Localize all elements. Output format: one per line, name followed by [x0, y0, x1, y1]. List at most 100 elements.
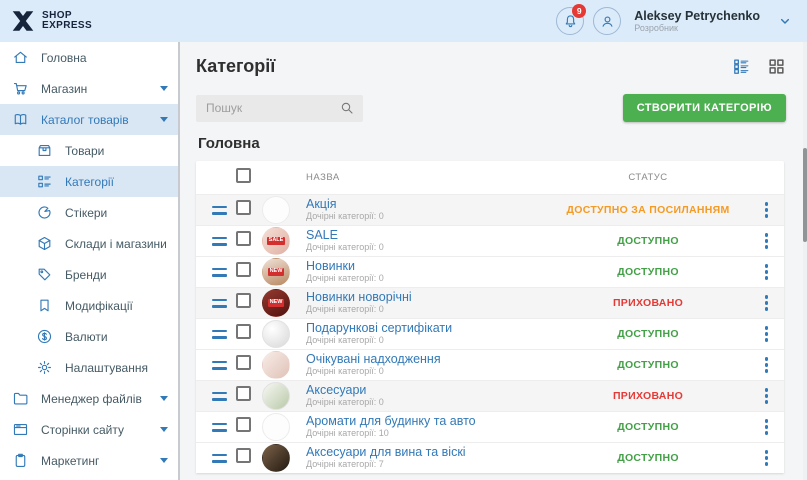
- status-badge: ДОСТУПНО: [558, 266, 738, 278]
- row-menu-button[interactable]: [759, 198, 775, 222]
- scrollbar-track[interactable]: [803, 42, 807, 480]
- row-checkbox[interactable]: [236, 448, 251, 463]
- select-all-checkbox[interactable]: [236, 168, 251, 183]
- sidebar-item-marketing[interactable]: Маркетинг: [0, 445, 178, 476]
- bookmark-icon: [36, 297, 54, 315]
- topbar-right: 9 Aleksey Petrychenko Розробник: [556, 7, 793, 35]
- row-menu-button[interactable]: [759, 291, 775, 315]
- notifications-button[interactable]: 9: [556, 7, 584, 35]
- row-checkbox[interactable]: [236, 324, 251, 339]
- drag-handle-icon[interactable]: [212, 237, 227, 246]
- category-thumbnail: [262, 196, 290, 224]
- row-checkbox[interactable]: [236, 386, 251, 401]
- sidebar-item-files[interactable]: Менеджер файлів: [0, 383, 178, 414]
- row-menu-button[interactable]: [759, 322, 775, 346]
- user-info: Aleksey Petrychenko Розробник: [634, 9, 760, 34]
- table-row: Аромати для будинку та авто Дочірні кате…: [196, 411, 784, 442]
- thumbnail-tag: NEW: [268, 268, 285, 276]
- category-thumbnail: NEW: [262, 258, 290, 286]
- row-menu-button[interactable]: [759, 446, 775, 470]
- category-name-link[interactable]: Новинки: [306, 260, 558, 273]
- sidebar-item-settings[interactable]: Налаштування: [0, 352, 178, 383]
- row-menu-button[interactable]: [759, 415, 775, 439]
- row-menu-button[interactable]: [759, 353, 775, 377]
- category-name-link[interactable]: Аромати для будинку та авто: [306, 415, 558, 428]
- table-row: Подарункові сертифікати Дочірні категорі…: [196, 318, 784, 349]
- children-count-label: Дочірні категорії: 0: [306, 211, 558, 222]
- caret-down-icon: [160, 458, 168, 463]
- caret-down-icon: [160, 427, 168, 432]
- drag-handle-icon[interactable]: [212, 330, 227, 339]
- children-count-label: Дочірні категорії: 10: [306, 428, 558, 439]
- category-name-link[interactable]: Подарункові сертифікати: [306, 322, 558, 335]
- sticker-icon: [36, 204, 54, 222]
- status-badge: ДОСТУПНО ЗА ПОСИЛАННЯМ: [558, 204, 738, 216]
- brand-x-icon: [10, 8, 36, 34]
- category-name-link[interactable]: Акція: [306, 198, 558, 211]
- search-input[interactable]: [196, 95, 363, 122]
- drag-handle-icon[interactable]: [212, 454, 227, 463]
- sidebar-item-warehouses[interactable]: Склади і магазини: [0, 228, 178, 259]
- row-menu-button[interactable]: [759, 260, 775, 284]
- drag-handle-icon[interactable]: [212, 206, 227, 215]
- children-count-label: Дочірні категорії: 0: [306, 242, 558, 253]
- category-name-link[interactable]: SALE: [306, 229, 558, 242]
- gear-icon: [36, 359, 54, 377]
- children-count-label: Дочірні категорії: 0: [306, 366, 558, 377]
- column-header-name: НАЗВА: [306, 172, 558, 183]
- book-icon: [12, 111, 30, 129]
- list-view-icon[interactable]: [732, 57, 751, 76]
- user-menu-chevron-icon[interactable]: [777, 13, 793, 29]
- caret-down-icon: [160, 86, 168, 91]
- categories-table: НАЗВА СТАТУС Акція Дочірні категорії: 0 …: [196, 161, 784, 473]
- section-title: Головна: [198, 135, 786, 152]
- category-thumbnail: [262, 351, 290, 379]
- row-menu-button[interactable]: [759, 229, 775, 253]
- sidebar-item-home[interactable]: Головна: [0, 42, 178, 73]
- caret-down-icon: [160, 396, 168, 401]
- row-menu-button[interactable]: [759, 384, 775, 408]
- drag-handle-icon[interactable]: [212, 423, 227, 432]
- brand-logo: SHOPEXPRESS: [10, 8, 92, 34]
- category-name-link[interactable]: Аксесуари для вина та віскі: [306, 446, 558, 459]
- table-header: НАЗВА СТАТУС: [196, 161, 784, 194]
- category-name-link[interactable]: Аксесуари: [306, 384, 558, 397]
- caret-down-icon: [160, 117, 168, 122]
- sidebar-item-currencies[interactable]: Валюти: [0, 321, 178, 352]
- scrollbar-thumb[interactable]: [803, 148, 807, 242]
- row-checkbox[interactable]: [236, 417, 251, 432]
- row-checkbox[interactable]: [236, 293, 251, 308]
- category-name-link[interactable]: Новинки новорічні: [306, 291, 558, 304]
- thumbnail-tag: SALE: [267, 237, 286, 245]
- drag-handle-icon[interactable]: [212, 299, 227, 308]
- category-name-link[interactable]: Очікувані надходження: [306, 353, 558, 366]
- sidebar-item-categories[interactable]: Категорії: [0, 166, 178, 197]
- drag-handle-icon[interactable]: [212, 268, 227, 277]
- drag-handle-icon[interactable]: [212, 392, 227, 401]
- grid-view-icon[interactable]: [767, 57, 786, 76]
- row-checkbox[interactable]: [236, 200, 251, 215]
- user-name: Aleksey Petrychenko: [634, 9, 760, 23]
- sidebar-item-brands[interactable]: Бренди: [0, 259, 178, 290]
- view-toggles: [732, 57, 786, 76]
- sidebar-item-stickers[interactable]: Стікери: [0, 197, 178, 228]
- table-row: Акція Дочірні категорії: 0 ДОСТУПНО ЗА П…: [196, 194, 784, 225]
- drag-handle-icon[interactable]: [212, 361, 227, 370]
- table-row: Аксесуари Дочірні категорії: 0 ПРИХОВАНО: [196, 380, 784, 411]
- row-checkbox[interactable]: [236, 231, 251, 246]
- clipboard-icon: [12, 452, 30, 470]
- sidebar-item-pages[interactable]: Сторінки сайту: [0, 414, 178, 445]
- sidebar-item-products[interactable]: Товари: [0, 135, 178, 166]
- status-badge: ДОСТУПНО: [558, 235, 738, 247]
- sidebar-item-mods[interactable]: Модифікації: [0, 290, 178, 321]
- user-avatar[interactable]: [593, 7, 621, 35]
- home-icon: [12, 49, 30, 67]
- sidebar-item-catalog[interactable]: Каталог товарів: [0, 104, 178, 135]
- row-checkbox[interactable]: [236, 262, 251, 277]
- search-icon: [339, 100, 355, 116]
- create-category-button[interactable]: СТВОРИТИ КАТЕГОРІЮ: [623, 94, 786, 122]
- notification-badge: 9: [572, 4, 586, 18]
- sidebar-item-shop[interactable]: Магазин: [0, 73, 178, 104]
- category-thumbnail: NEW: [262, 289, 290, 317]
- row-checkbox[interactable]: [236, 355, 251, 370]
